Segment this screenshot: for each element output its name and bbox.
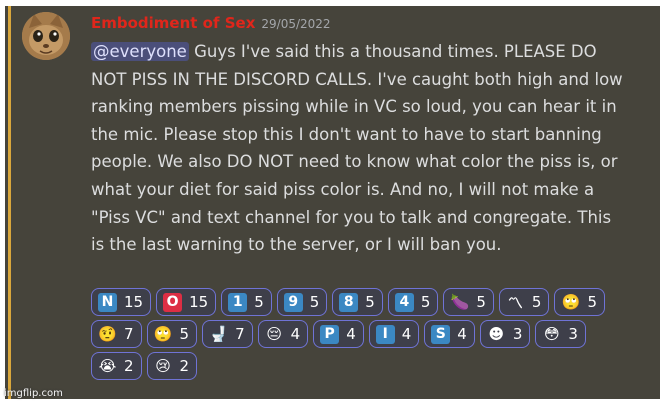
- reaction-count: 4: [346, 325, 356, 343]
- username[interactable]: Embodiment of Sex: [91, 14, 255, 32]
- regional-n-icon: N: [98, 292, 117, 312]
- reaction-count: 5: [531, 293, 542, 311]
- reaction-button[interactable]: 😭 2: [91, 352, 142, 380]
- o-button-icon: O: [163, 292, 183, 312]
- reaction-count: 3: [568, 325, 578, 343]
- reaction-count: 7: [124, 325, 134, 343]
- reaction-count: 5: [254, 293, 264, 311]
- eye-roll-face-icon: 🙄: [561, 293, 581, 311]
- part-alternation-mark-icon: 〽: [507, 293, 523, 312]
- reaction-count: 5: [365, 293, 375, 311]
- reaction-count: 15: [189, 293, 209, 311]
- everyone-mention[interactable]: @everyone: [91, 42, 189, 61]
- reaction-button[interactable]: P4: [313, 320, 364, 348]
- reaction-button[interactable]: 😔 4: [257, 320, 309, 348]
- reaction-button[interactable]: S4: [424, 320, 475, 348]
- reaction-count: 3: [512, 325, 523, 343]
- reaction-button[interactable]: 45: [387, 288, 439, 316]
- reactions-bar: N 15 O 15 1 5 9 5 8 5 4 5 🍆 5 〽 5 🙄 5 🤨 7 🙄 5 🚽 7 😔 4 P 4 I 4 S 4 ☻ 3 😳 3 😭 2…: [91, 288, 631, 380]
- eggplant-icon: 🍆: [450, 293, 470, 311]
- crying-face-icon: 😢: [155, 357, 171, 375]
- reaction-button[interactable]: 😢 2: [146, 352, 198, 380]
- reaction-count: 5: [309, 293, 320, 311]
- regional-s-icon: S: [431, 324, 451, 344]
- reaction-count: 5: [179, 325, 190, 343]
- reaction-count: 15: [124, 293, 144, 311]
- reaction-count: 5: [420, 293, 431, 311]
- reaction-count: 5: [476, 293, 486, 311]
- mention-highlight-bar: [8, 6, 11, 399]
- reaction-button[interactable]: O 15: [156, 288, 217, 316]
- toilet-icon: 🚽: [209, 325, 228, 343]
- keycap-1-icon: 1: [228, 292, 248, 312]
- loudly-crying-face-icon: 😭: [98, 357, 117, 375]
- regional-p-icon: P: [320, 324, 340, 344]
- timestamp: 29/05/2022: [261, 17, 331, 31]
- message-text: Guys I've said this a thousand times. PL…: [91, 42, 623, 255]
- avatar[interactable]: [22, 12, 70, 60]
- reaction-count: 7: [235, 325, 245, 343]
- regional-i-icon: I: [375, 324, 395, 344]
- custom-meme-emoji-icon: ☻: [488, 325, 505, 343]
- reaction-count: 4: [290, 325, 301, 343]
- reaction-count: 2: [179, 357, 190, 375]
- reaction-button[interactable]: 85: [332, 288, 383, 316]
- eye-roll-face-2-icon: 🙄: [153, 325, 173, 343]
- reaction-button[interactable]: 🍆 5: [443, 288, 494, 316]
- raised-eyebrow-face-icon: 🤨: [98, 325, 117, 343]
- reaction-button[interactable]: 😳 3: [535, 320, 586, 348]
- pensive-face-icon: 😔: [266, 325, 282, 343]
- reaction-count: 5: [587, 293, 598, 311]
- reaction-button[interactable]: 🙄 5: [146, 320, 198, 348]
- reaction-button[interactable]: 95: [276, 288, 328, 316]
- reaction-count: 4: [457, 325, 467, 343]
- reaction-button[interactable]: ☻ 3: [479, 320, 531, 348]
- keycap-8-icon: 8: [339, 292, 359, 312]
- watermark: imgflip.com: [4, 388, 63, 399]
- keycap-4-icon: 4: [394, 292, 414, 312]
- reaction-count: 4: [401, 325, 412, 343]
- message-header: Embodiment of Sex 29/05/2022: [91, 13, 331, 32]
- reaction-button[interactable]: 〽 5: [498, 288, 550, 316]
- reaction-count: 2: [124, 357, 134, 375]
- reaction-button[interactable]: 🚽 7: [202, 320, 253, 348]
- keycap-9-icon: 9: [283, 292, 303, 312]
- cat-avatar-icon: [22, 12, 70, 60]
- flushed-face-icon: 😳: [544, 325, 560, 343]
- reaction-button[interactable]: 🙄 5: [554, 288, 606, 316]
- reaction-button[interactable]: 15: [221, 288, 272, 316]
- reaction-button[interactable]: 🤨 7: [91, 320, 142, 348]
- reaction-button[interactable]: I4: [368, 320, 420, 348]
- message-body: @everyone Guys I've said this a thousand…: [91, 38, 626, 259]
- reaction-button[interactable]: N 15: [91, 288, 152, 316]
